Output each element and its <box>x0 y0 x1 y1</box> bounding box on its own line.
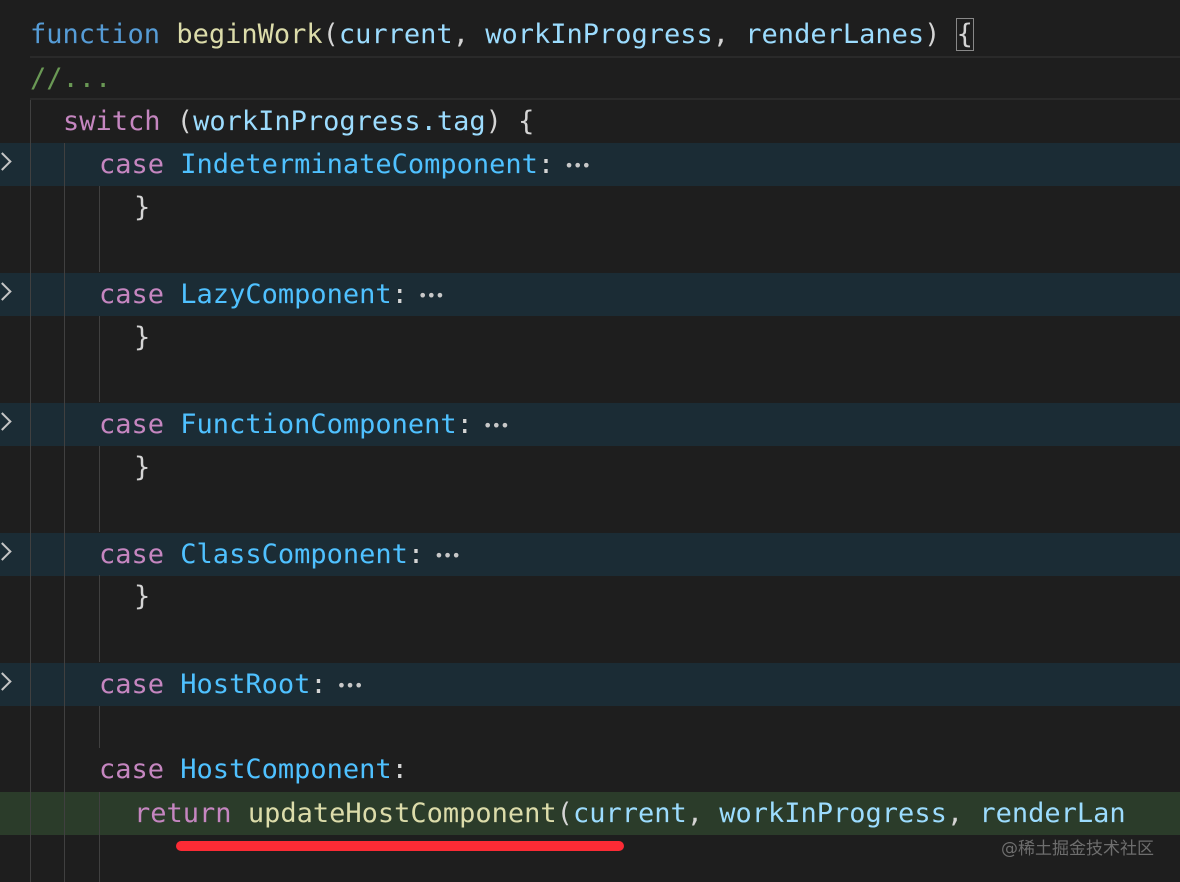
punctuation: , <box>946 798 980 829</box>
folded-case-line[interactable]: case FunctionComponent: ••• <box>0 403 1180 446</box>
punctuation: : <box>391 279 408 310</box>
property: .tag <box>420 106 486 137</box>
indent-guide <box>99 575 100 662</box>
function-call: updateHostComponent <box>247 798 557 829</box>
keyword: case <box>99 539 165 570</box>
punctuation: : <box>391 754 408 785</box>
code-editor[interactable]: function beginWork(current, workInProgre… <box>0 0 1180 882</box>
closing-brace: } <box>134 452 151 483</box>
punctuation: , <box>452 19 486 50</box>
punctuation: ( <box>160 106 194 137</box>
code-line[interactable]: } <box>0 575 1180 618</box>
punctuation: ) <box>924 19 957 50</box>
keyword: function <box>30 19 161 50</box>
indent-guide <box>99 792 100 882</box>
parameter: renderLanes <box>745 19 925 50</box>
folded-case-line[interactable]: case IndeterminateComponent: ••• <box>0 143 1180 186</box>
punctuation: ) { <box>485 106 535 137</box>
code-line[interactable]: } <box>0 316 1180 359</box>
argument: renderLan <box>979 798 1126 829</box>
punctuation: : <box>456 409 473 440</box>
comment: //... <box>30 63 112 94</box>
current-line[interactable]: return updateHostComponent(current, work… <box>0 792 1180 835</box>
case-label: HostComponent <box>180 754 392 785</box>
keyword: case <box>99 669 165 700</box>
code-line[interactable]: } <box>0 186 1180 229</box>
closing-brace: } <box>134 192 151 223</box>
keyword: switch <box>63 106 161 137</box>
punctuation: ( <box>556 798 573 829</box>
indent-guide <box>99 706 100 748</box>
folded-case-line[interactable]: case HostRoot: ••• <box>0 663 1180 706</box>
folded-ellipsis-icon[interactable]: ••• <box>564 144 591 187</box>
indent-guide <box>99 186 100 272</box>
code-line-1[interactable]: function beginWork(current, workInProgre… <box>0 13 1180 56</box>
folded-case-line[interactable]: case LazyComponent: ••• <box>0 273 1180 316</box>
keyword: case <box>99 409 165 440</box>
identifier: workInProgress <box>193 106 421 137</box>
keyword: case <box>99 149 165 180</box>
fold-chevron-icon[interactable] <box>0 542 12 561</box>
closing-brace: } <box>134 322 151 353</box>
case-label: HostRoot <box>180 669 311 700</box>
indent-guide <box>99 316 100 402</box>
indent-guide <box>64 143 65 882</box>
punctuation: , <box>712 19 746 50</box>
code-line-2[interactable]: //... <box>0 57 1180 100</box>
punctuation: : <box>310 669 327 700</box>
folded-ellipsis-icon[interactable]: ••• <box>434 534 461 577</box>
function-name: beginWork <box>176 19 323 50</box>
punctuation: , <box>686 798 720 829</box>
case-label: IndeterminateComponent <box>180 149 538 180</box>
code-line-3[interactable]: switch (workInProgress.tag) { <box>0 100 1180 143</box>
folded-case-line[interactable]: case ClassComponent: ••• <box>0 533 1180 576</box>
folded-ellipsis-icon[interactable]: ••• <box>483 404 510 447</box>
case-label: ClassComponent <box>180 539 408 570</box>
case-label: LazyComponent <box>180 279 392 310</box>
watermark: @稀土掘金技术社区 <box>1001 839 1154 859</box>
punctuation: ( <box>322 19 339 50</box>
punctuation: : <box>407 539 425 570</box>
keyword: case <box>99 279 165 310</box>
indent-guide <box>30 100 31 882</box>
parameter: current <box>338 19 453 50</box>
indent-guide <box>99 446 100 532</box>
matching-brace: { <box>955 18 974 51</box>
closing-brace: } <box>134 581 151 612</box>
fold-chevron-icon[interactable] <box>0 412 12 431</box>
fold-chevron-icon[interactable] <box>0 152 12 171</box>
folded-ellipsis-icon[interactable]: ••• <box>418 274 445 317</box>
red-annotation-underline <box>176 841 624 851</box>
code-line[interactable]: } <box>0 446 1180 489</box>
case-line[interactable]: case HostComponent: <box>0 748 1180 791</box>
argument: current <box>572 798 687 829</box>
folded-ellipsis-icon[interactable]: ••• <box>337 664 364 707</box>
argument: workInProgress <box>719 798 947 829</box>
parameter: workInProgress <box>485 19 713 50</box>
fold-chevron-icon[interactable] <box>0 282 12 301</box>
keyword: case <box>99 754 165 785</box>
punctuation: : <box>537 149 555 180</box>
keyword: return <box>134 798 232 829</box>
fold-chevron-icon[interactable] <box>0 672 12 691</box>
case-label: FunctionComponent <box>180 409 457 440</box>
